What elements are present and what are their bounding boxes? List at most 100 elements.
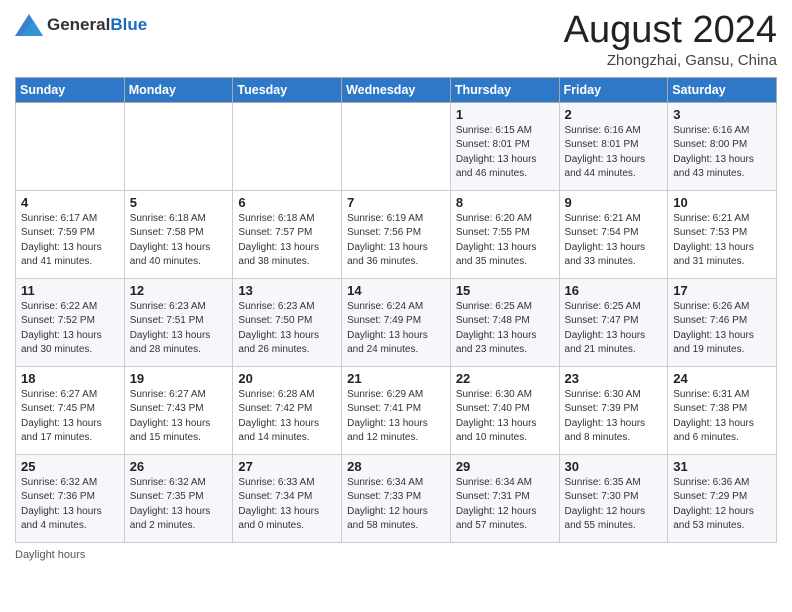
day-number: 8	[456, 195, 554, 210]
header: GeneralBlue August 2024 Zhongzhai, Gansu…	[15, 10, 777, 69]
day-number: 9	[565, 195, 663, 210]
day-number: 19	[130, 371, 228, 386]
day-info: Sunrise: 6:34 AM Sunset: 7:31 PM Dayligh…	[456, 476, 554, 534]
day-number: 12	[130, 283, 228, 298]
calendar-cell: 8Sunrise: 6:20 AM Sunset: 7:55 PM Daylig…	[450, 190, 559, 278]
day-number: 18	[21, 371, 119, 386]
day-number: 29	[456, 459, 554, 474]
calendar-header: SundayMondayTuesdayWednesdayThursdayFrid…	[16, 77, 777, 102]
calendar-cell: 3 Sunrise: 6:16 AM Sunset: 8:00 PM Daylig…	[668, 102, 777, 190]
day-number: 17	[673, 283, 771, 298]
calendar-table: SundayMondayTuesdayWednesdayThursdayFrid…	[15, 77, 777, 543]
day-info: Sunrise: 6:36 AM Sunset: 7:29 PM Dayligh…	[673, 476, 771, 534]
day-info: Sunrise: 6:35 AM Sunset: 7:30 PM Dayligh…	[565, 476, 663, 534]
calendar-cell: 10 Sunrise: 6:21 AM Sunset: 7:53 PM Dayli…	[668, 190, 777, 278]
day-info: Sunrise: 6:16 AM Sunset: 8:01 PM Dayligh…	[565, 124, 663, 182]
calendar-body: 1 Sunrise: 6:15 AM Sunset: 8:01 PM Daylig…	[16, 102, 777, 542]
day-number: 1	[456, 107, 554, 122]
day-number: 3	[673, 107, 771, 122]
calendar-cell: 4 Sunrise: 6:17 AM Sunset: 7:59 PM Daylig…	[16, 190, 125, 278]
col-header-monday: Monday	[124, 77, 233, 102]
day-info: Sunrise: 6:30 AM Sunset: 7:39 PM Dayligh…	[565, 388, 663, 446]
day-number: 31	[673, 459, 771, 474]
calendar-cell: 31 Sunrise: 6:36 AM Sunset: 7:29 PM Dayli…	[668, 454, 777, 542]
week-row-2: 4 Sunrise: 6:17 AM Sunset: 7:59 PM Daylig…	[16, 190, 777, 278]
day-info: Sunrise: 6:27 AM Sunset: 7:43 PM Dayligh…	[130, 388, 228, 446]
day-number: 10	[673, 195, 771, 210]
calendar-cell: 19 Sunrise: 6:27 AM Sunset: 7:43 PM Dayli…	[124, 366, 233, 454]
day-info: Sunrise: 6:22 AM Sunset: 7:52 PM Dayligh…	[21, 300, 119, 358]
day-info: Sunrise: 6:21 AM Sunset: 7:53 PM Dayligh…	[673, 212, 771, 270]
day-number: 30	[565, 459, 663, 474]
calendar-cell: 22Sunrise: 6:30 AM Sunset: 7:40 PM Dayli…	[450, 366, 559, 454]
logo: GeneralBlue	[15, 10, 147, 36]
day-number: 26	[130, 459, 228, 474]
col-header-friday: Friday	[559, 77, 668, 102]
day-info: Sunrise: 6:17 AM Sunset: 7:59 PM Dayligh…	[21, 212, 119, 270]
day-number: 28	[347, 459, 445, 474]
week-row-1: 1 Sunrise: 6:15 AM Sunset: 8:01 PM Daylig…	[16, 102, 777, 190]
day-info: Sunrise: 6:32 AM Sunset: 7:35 PM Dayligh…	[130, 476, 228, 534]
day-info: Sunrise: 6:24 AM Sunset: 7:49 PM Dayligh…	[347, 300, 445, 358]
calendar-cell	[233, 102, 342, 190]
calendar-cell: 26 Sunrise: 6:32 AM Sunset: 7:35 PM Dayli…	[124, 454, 233, 542]
col-header-thursday: Thursday	[450, 77, 559, 102]
day-info: Sunrise: 6:27 AM Sunset: 7:45 PM Dayligh…	[21, 388, 119, 446]
day-info: Sunrise: 6:15 AM Sunset: 8:01 PM Dayligh…	[456, 124, 554, 182]
calendar-cell: 18 Sunrise: 6:27 AM Sunset: 7:45 PM Dayli…	[16, 366, 125, 454]
daylight-hours-label: Daylight hours	[15, 549, 85, 561]
day-number: 2	[565, 107, 663, 122]
calendar-cell	[16, 102, 125, 190]
calendar-cell	[342, 102, 451, 190]
day-number: 6	[238, 195, 336, 210]
calendar-cell: 2 Sunrise: 6:16 AM Sunset: 8:01 PM Daylig…	[559, 102, 668, 190]
day-number: 23	[565, 371, 663, 386]
calendar-cell	[124, 102, 233, 190]
calendar-cell: 27 Sunrise: 6:33 AM Sunset: 7:34 PM Dayli…	[233, 454, 342, 542]
day-number: 5	[130, 195, 228, 210]
day-info: Sunrise: 6:32 AM Sunset: 7:36 PM Dayligh…	[21, 476, 119, 534]
day-info: Sunrise: 6:33 AM Sunset: 7:34 PM Dayligh…	[238, 476, 336, 534]
location: Zhongzhai, Gansu, China	[564, 52, 777, 69]
calendar-cell: 15Sunrise: 6:25 AM Sunset: 7:48 PM Dayli…	[450, 278, 559, 366]
col-header-wednesday: Wednesday	[342, 77, 451, 102]
day-number: 4	[21, 195, 119, 210]
day-number: 14	[347, 283, 445, 298]
day-info: Sunrise: 6:28 AM Sunset: 7:42 PM Dayligh…	[238, 388, 336, 446]
col-header-tuesday: Tuesday	[233, 77, 342, 102]
footer-note: Daylight hours	[15, 549, 777, 561]
day-info: Sunrise: 6:23 AM Sunset: 7:51 PM Dayligh…	[130, 300, 228, 358]
calendar-cell: 16Sunrise: 6:25 AM Sunset: 7:47 PM Dayli…	[559, 278, 668, 366]
calendar-cell: 14 Sunrise: 6:24 AM Sunset: 7:49 PM Dayli…	[342, 278, 451, 366]
calendar-cell: 17 Sunrise: 6:26 AM Sunset: 7:46 PM Dayli…	[668, 278, 777, 366]
logo-icon	[15, 14, 43, 36]
calendar-cell: 25Sunrise: 6:32 AM Sunset: 7:36 PM Dayli…	[16, 454, 125, 542]
calendar-cell: 7 Sunrise: 6:19 AM Sunset: 7:56 PM Daylig…	[342, 190, 451, 278]
calendar-cell: 23 Sunrise: 6:30 AM Sunset: 7:39 PM Dayli…	[559, 366, 668, 454]
day-number: 21	[347, 371, 445, 386]
day-number: 20	[238, 371, 336, 386]
calendar-cell: 9 Sunrise: 6:21 AM Sunset: 7:54 PM Daylig…	[559, 190, 668, 278]
calendar-cell: 11 Sunrise: 6:22 AM Sunset: 7:52 PM Dayli…	[16, 278, 125, 366]
day-number: 27	[238, 459, 336, 474]
day-number: 15	[456, 283, 554, 298]
day-info: Sunrise: 6:19 AM Sunset: 7:56 PM Dayligh…	[347, 212, 445, 270]
day-info: Sunrise: 6:23 AM Sunset: 7:50 PM Dayligh…	[238, 300, 336, 358]
day-info: Sunrise: 6:21 AM Sunset: 7:54 PM Dayligh…	[565, 212, 663, 270]
calendar-cell: 29 Sunrise: 6:34 AM Sunset: 7:31 PM Dayli…	[450, 454, 559, 542]
calendar-cell: 21 Sunrise: 6:29 AM Sunset: 7:41 PM Dayli…	[342, 366, 451, 454]
day-info: Sunrise: 6:30 AM Sunset: 7:40 PM Dayligh…	[456, 388, 554, 446]
day-info: Sunrise: 6:26 AM Sunset: 7:46 PM Dayligh…	[673, 300, 771, 358]
day-number: 11	[21, 283, 119, 298]
day-info: Sunrise: 6:16 AM Sunset: 8:00 PM Dayligh…	[673, 124, 771, 182]
header-row: SundayMondayTuesdayWednesdayThursdayFrid…	[16, 77, 777, 102]
month-year: August 2024	[564, 10, 777, 52]
calendar-cell: 1 Sunrise: 6:15 AM Sunset: 8:01 PM Daylig…	[450, 102, 559, 190]
calendar-cell: 20 Sunrise: 6:28 AM Sunset: 7:42 PM Dayli…	[233, 366, 342, 454]
calendar-cell: 5Sunrise: 6:18 AM Sunset: 7:58 PM Daylig…	[124, 190, 233, 278]
day-info: Sunrise: 6:29 AM Sunset: 7:41 PM Dayligh…	[347, 388, 445, 446]
calendar-cell: 28Sunrise: 6:34 AM Sunset: 7:33 PM Dayli…	[342, 454, 451, 542]
day-info: Sunrise: 6:18 AM Sunset: 7:57 PM Dayligh…	[238, 212, 336, 270]
day-number: 7	[347, 195, 445, 210]
title-area: August 2024 Zhongzhai, Gansu, China	[564, 10, 777, 69]
